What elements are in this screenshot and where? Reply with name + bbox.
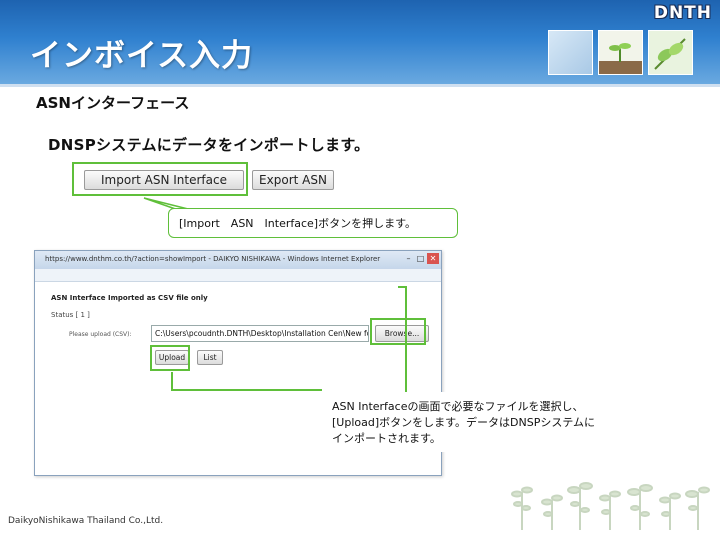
browser-address-bar [35,269,441,282]
page-title: インボイス入力 [30,38,254,74]
footer-company: DaikyoNishikawa Thailand Co.,Ltd. [8,516,164,526]
leaves-icon [654,38,686,70]
sprout-decoration [511,482,710,530]
browser-title: https://www.dnthm.co.th/?action=showImpo… [45,255,381,263]
callout-text: [Import ASN Interface]ボタンを押します。 [179,217,416,230]
decor-square-blue [548,30,593,75]
seedling-image [598,30,643,75]
import-instruction-callout: [Import ASN Interface]ボタンを押します。 [168,208,458,238]
status-label: Status [ 1 ] [51,311,90,319]
close-icon[interactable]: ✕ [427,253,439,264]
asn-import-heading: ASN Interface Imported as CSV file only [51,294,208,302]
file-path-input[interactable]: C:\Users\pcoudnth.DNTH\Desktop\Installat… [151,325,369,342]
section-description: DNSPシステムにデータをインポートします。 [48,136,370,154]
brand-logo: DNTH [653,3,712,23]
browser-titlebar: https://www.dnthm.co.th/?action=showImpo… [35,251,441,269]
upload-button-highlight [150,345,190,371]
instruction-line-1: ASN Interfaceの画面で必要なファイルを選択し、 [332,400,584,413]
export-asn-button[interactable]: Export ASN [252,170,334,190]
file-upload-label: Please upload (CSV): [69,331,132,338]
upload-instruction-callout: ASN Interfaceの画面で必要なファイルを選択し、 [Upload]ボタ… [324,392,654,452]
maximize-icon[interactable]: □ [415,253,426,264]
instruction-line-2: [Upload]ボタンをします。データはDNSPシステムに [332,416,596,429]
leaves-image [648,30,693,75]
minimize-icon[interactable]: – [403,253,414,264]
browse-button-highlight [370,318,426,345]
header-divider [0,84,720,87]
instruction-line-3: インポートされます。 [332,432,441,445]
section-heading: ASNインターフェース [36,94,190,112]
header-banner: インボイス入力 DNTH [0,0,720,84]
list-button[interactable]: List [197,350,223,365]
seedling-icon [599,43,642,74]
